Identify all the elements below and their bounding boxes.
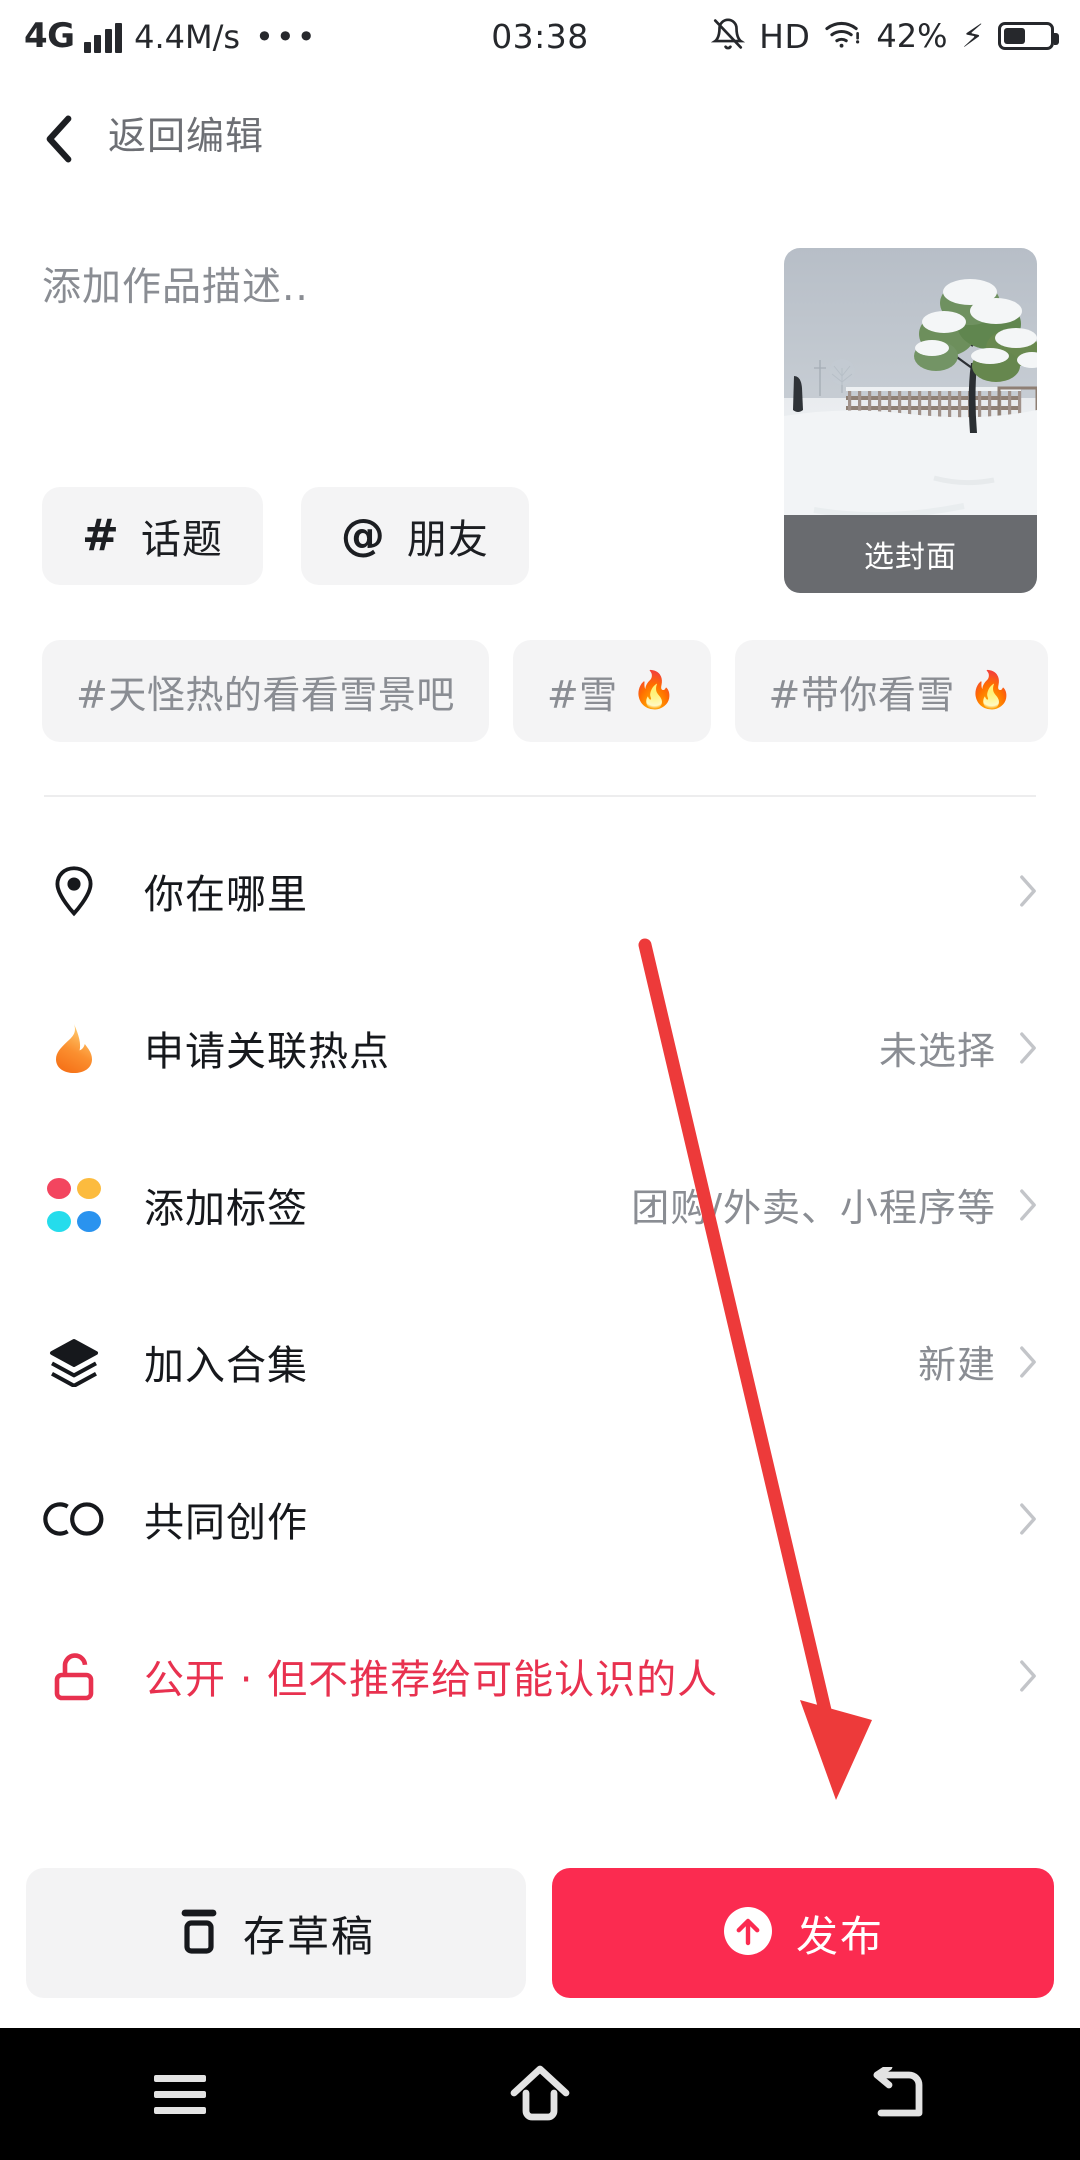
description-input[interactable]: 添加作品描述.. <box>42 256 722 312</box>
option-row-add-tag[interactable]: 添加标签 团购/外卖、小程序等 <box>0 1126 1080 1283</box>
app-screen: 4G 4.4M/s ••• 03:38 HD 42% ⚡ 返回编辑 添加作品描述… <box>0 0 1080 2160</box>
option-row-label: 公开 · 但不推荐给可能认识的人 <box>144 1656 719 1703</box>
chevron-right-icon <box>1018 874 1038 908</box>
option-row-location[interactable]: 你在哪里 <box>0 812 1080 969</box>
save-draft-button[interactable]: 存草稿 <box>26 1868 526 1998</box>
insert-friend-label: 朋友 <box>406 517 489 563</box>
unlock-icon <box>42 1650 106 1702</box>
publish-label: 发布 <box>795 1911 884 1961</box>
hashtag-chip[interactable]: #雪 🔥 <box>512 640 711 742</box>
hash-icon: # <box>82 510 119 561</box>
back-to-edit-label: 返回编辑 <box>108 113 265 158</box>
option-row-label: 加入合集 <box>144 1342 308 1389</box>
option-row-collection[interactable]: 加入合集 新建 <box>0 1283 1080 1440</box>
chevron-right-icon <box>1018 1659 1038 1693</box>
wifi-icon <box>824 19 862 53</box>
location-pin-icon <box>42 864 106 918</box>
cover-thumbnail[interactable]: 选封面 <box>784 248 1037 593</box>
option-row-label: 共同创作 <box>144 1499 308 1546</box>
insert-pill-row: # 话题 @ 朋友 <box>42 487 529 585</box>
option-row-co-creation[interactable]: 共同创作 <box>0 1440 1080 1597</box>
hashtag-chip-label: #带你看雪 <box>768 672 955 717</box>
insert-friend-button[interactable]: @ 朋友 <box>300 487 529 585</box>
status-bar: 4G 4.4M/s ••• 03:38 HD 42% ⚡ <box>0 0 1080 72</box>
publish-button[interactable]: 发布 <box>552 1868 1054 1998</box>
arrow-up-circle-icon <box>722 1905 774 1961</box>
draft-box-icon <box>177 1905 221 1961</box>
flame-icon: 🔥 <box>968 670 1014 711</box>
option-row-value: 新建 <box>917 1343 996 1387</box>
hd-label: HD <box>759 16 811 56</box>
hashtag-suggestion-row[interactable]: #天怪热的看看雪景吧 #雪 🔥 #带你看雪 🔥 <box>42 640 1048 742</box>
hashtag-chip[interactable]: #带你看雪 🔥 <box>734 640 1048 742</box>
menu-icon[interactable] <box>0 2066 360 2123</box>
chevron-right-icon <box>1018 1188 1038 1222</box>
home-icon[interactable] <box>360 2065 720 2123</box>
section-divider <box>44 795 1036 797</box>
chevron-right-icon <box>1018 1031 1038 1065</box>
chevron-right-icon <box>1018 1502 1038 1536</box>
lightning-bolt-icon: ⚡ <box>961 17 984 55</box>
option-row-value: 未选择 <box>878 1029 996 1073</box>
bell-muted-icon <box>710 16 746 56</box>
choose-cover-label[interactable]: 选封面 <box>784 515 1037 593</box>
hashtag-chip-label: #雪 <box>546 672 618 717</box>
four-dots-icon <box>42 1177 106 1232</box>
flame-icon <box>42 1021 106 1075</box>
insert-topic-button[interactable]: # 话题 <box>42 487 263 585</box>
system-navigation-bar <box>0 2028 1080 2160</box>
option-row-value: 团购/外卖、小程序等 <box>631 1186 996 1230</box>
flame-icon: 🔥 <box>631 670 677 711</box>
option-row-label: 申请关联热点 <box>144 1028 390 1075</box>
option-list: 你在哪里 申请关联热点 未选择 添加标签 团购/外卖、小程序等 加入合集 新建 … <box>0 812 1080 1754</box>
chevron-right-icon <box>1018 1345 1038 1379</box>
back-to-edit-button[interactable]: 返回编辑 <box>42 105 265 163</box>
co-creation-icon <box>42 1500 106 1538</box>
insert-topic-label: 话题 <box>140 517 223 563</box>
at-icon: @ <box>340 510 385 561</box>
battery-icon <box>998 22 1059 50</box>
option-row-hotspot[interactable]: 申请关联热点 未选择 <box>0 969 1080 1126</box>
option-row-label: 添加标签 <box>144 1185 308 1232</box>
layers-icon <box>42 1337 106 1387</box>
battery-percent-label: 42% <box>876 17 948 55</box>
option-row-label: 你在哪里 <box>144 871 308 918</box>
status-bar-right: HD 42% ⚡ <box>710 16 1059 56</box>
page-header: 返回编辑 <box>0 84 1080 180</box>
hashtag-chip-label: #天怪热的看看雪景吧 <box>76 672 455 717</box>
save-draft-label: 存草稿 <box>242 1911 375 1961</box>
bottom-action-bar: 存草稿 发布 <box>0 1868 1080 1998</box>
hashtag-chip[interactable]: #天怪热的看看雪景吧 <box>42 640 489 742</box>
chevron-left-icon <box>42 115 76 163</box>
back-arrow-icon[interactable] <box>720 2067 1080 2121</box>
option-row-privacy[interactable]: 公开 · 但不推荐给可能认识的人 <box>0 1597 1080 1754</box>
